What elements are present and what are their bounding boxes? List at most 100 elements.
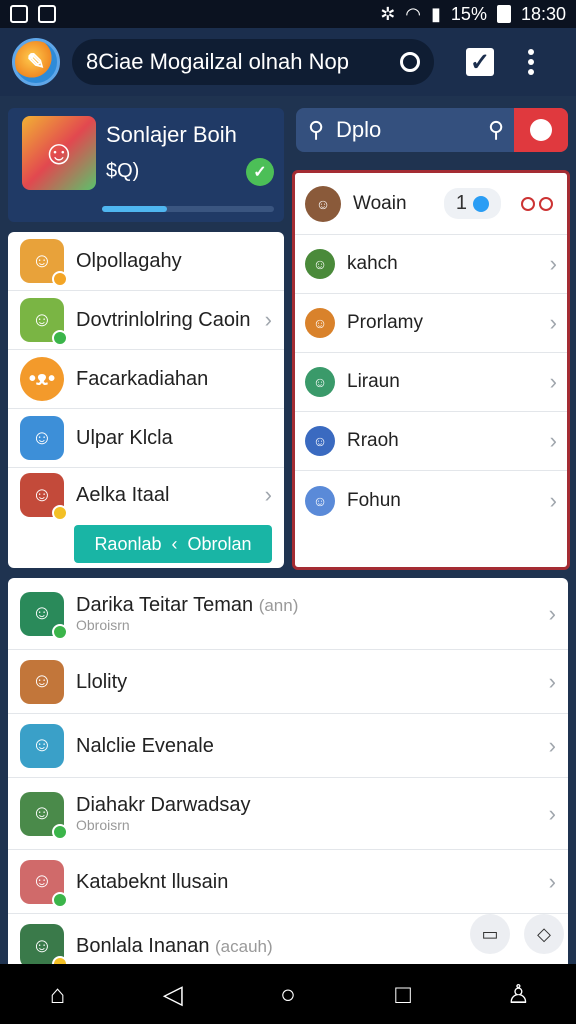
title-search-pill[interactable]: 8Ciae Mogailzal olnah Nop	[72, 39, 434, 85]
profile-name: Sonlajer Boih	[106, 122, 237, 147]
app-title: 8Ciae Mogailzal olnah Nop	[86, 49, 349, 74]
list-item[interactable]: ☺ Prorlamy ›	[295, 294, 567, 353]
action-right-label: Obrolan	[187, 533, 252, 554]
system-nav-bar: ⌂ ◁ ○ □ ♙	[0, 964, 576, 1024]
list-item[interactable]: ☺ Liraun ›	[295, 353, 567, 412]
signal-icon: ▮	[431, 3, 441, 24]
profile-card[interactable]: ☺ Sonlajer Boih $Q) ✓	[8, 108, 284, 222]
list-item[interactable]: ☺ Olpollagahy	[8, 232, 284, 291]
profile-avatar: ☺	[22, 116, 96, 190]
chevron-right-icon: ›	[548, 668, 556, 694]
user-button[interactable]	[514, 108, 568, 152]
contact-sub: Obroisrn	[76, 817, 130, 834]
contact-row[interactable]: ☺ Nalclie Evenale ›	[8, 714, 568, 778]
chevron-right-icon: ›	[548, 600, 556, 626]
avatar: ☺	[20, 416, 64, 460]
refresh-circle-icon[interactable]	[400, 52, 420, 72]
clock: 18:30	[520, 3, 566, 24]
chevron-right-icon: ›	[549, 369, 557, 394]
action-left-label: Raonlab	[94, 533, 162, 554]
verified-icon	[473, 195, 489, 212]
avatar: ☺	[20, 924, 68, 964]
list-item-label: Prorlamy	[347, 312, 424, 333]
avatar: ☺	[20, 859, 68, 908]
list-item[interactable]: ☺ Rraoh ›	[295, 412, 567, 471]
list-item[interactable]: ☺ Aelka Itaal › Raonlab ‹ Obrolan	[8, 468, 284, 568]
list-item-label: Fohun	[347, 489, 401, 511]
avatar: ☺	[305, 249, 335, 279]
profile-progress-fill	[102, 206, 168, 212]
list-item-label: Olpollagahy	[76, 249, 182, 272]
magnifier-icon[interactable]: ⚲	[478, 117, 514, 143]
user-icon	[530, 119, 552, 141]
contact-row[interactable]: ☺ Katabeknt llusain ›	[8, 850, 568, 914]
avatar: ☺	[20, 473, 68, 521]
back-icon[interactable]: ◁	[143, 979, 203, 1010]
app-logo-icon[interactable]: ✎	[12, 38, 60, 86]
more-vert-icon[interactable]	[528, 49, 534, 75]
battery-icon	[496, 5, 511, 23]
list-header[interactable]: ☺ Woain 1	[295, 173, 567, 235]
list-item-label: Ulpar Klcla	[76, 426, 173, 449]
home-icon[interactable]: ⌂	[28, 979, 88, 1010]
chevron-right-icon: ›	[264, 307, 272, 332]
contact-row[interactable]: ☺ Llolity ›	[8, 650, 568, 714]
diamond-icon[interactable]: ◇	[524, 914, 564, 954]
contact-name: Katabeknt llusain	[76, 870, 229, 893]
card-icon[interactable]: ▭	[470, 914, 510, 954]
chevron-right-icon: ›	[549, 251, 557, 276]
contact-name: Diahakr Darwadsay	[76, 794, 251, 817]
list-item-label: kahch	[347, 253, 398, 274]
avatar: ☺	[305, 426, 335, 456]
verified-check-icon: ✓	[246, 158, 274, 186]
list-item-label: Liraun	[347, 371, 400, 392]
list-item-label: Aelka Itaal	[76, 483, 170, 506]
action-button[interactable]: Raonlab ‹ Obrolan	[74, 525, 272, 563]
contact-name: Llolity	[76, 670, 128, 693]
list-item[interactable]: •ᴥ• Facarkadiahan	[8, 350, 284, 409]
chevron-left-icon: ‹	[171, 533, 178, 554]
app-bar: ✎ 8Ciae Mogailzal olnah Nop ✓	[0, 28, 576, 96]
chevron-right-icon: ›	[549, 487, 557, 513]
chevron-right-icon: ›	[549, 428, 557, 453]
search-box[interactable]: ⚲ Dplo ⚲	[296, 108, 568, 152]
avatar: ☺	[20, 659, 64, 704]
contact-name: Bonlala Inanan	[76, 935, 210, 957]
status-bar: ✲ ◠ ▮ 15% 18:30	[0, 0, 576, 28]
contact-list: ☺ Darika Teitar Teman (ann) Obroisrn › ☺ …	[8, 578, 568, 964]
floating-actions: ▭ ◇	[470, 914, 564, 954]
left-list: ☺ Olpollagahy ☺ Dovtrinlolring Caoin › •…	[8, 232, 284, 568]
contact-row[interactable]: ☺ Diahakr Darwadsay Obroisrn ›	[8, 778, 568, 850]
contact-row[interactable]: ☺ Darika Teitar Teman (ann) Obroisrn ›	[8, 578, 568, 650]
avatar: ☺	[20, 723, 64, 768]
avatar: ☺	[305, 308, 335, 338]
checklist-icon[interactable]: ✓	[466, 48, 494, 76]
chevron-right-icon: ›	[549, 310, 557, 335]
list-item-label: Dovtrinlolring Caoin	[76, 308, 251, 331]
app-notification-icon	[38, 5, 56, 23]
search-input[interactable]: Dplo	[336, 117, 478, 143]
contact-aux: (acauh)	[215, 937, 273, 956]
list-item[interactable]: ☺ Dovtrinlolring Caoin ›	[8, 291, 284, 350]
count-badge: 1	[443, 188, 501, 219]
list-item[interactable]: ☺ kahch ›	[295, 235, 567, 294]
header-label: Woain	[353, 192, 407, 214]
contact-name: Nalclie Evenale	[76, 734, 214, 757]
wifi-icon: ◠	[405, 3, 422, 24]
search-icon: ⚲	[307, 117, 325, 142]
assistant-icon[interactable]: ♙	[488, 979, 548, 1010]
notification-icon	[10, 5, 28, 23]
battery-level: 15%	[450, 3, 487, 24]
avatar: ☺	[20, 298, 68, 346]
profile-progress	[102, 206, 274, 212]
list-item[interactable]: ☺ Fohun ›	[295, 471, 567, 530]
close-icon[interactable]	[521, 196, 557, 211]
chevron-right-icon: ›	[548, 800, 556, 826]
recents-icon[interactable]: □	[373, 979, 433, 1010]
contact-aux: (ann)	[258, 596, 299, 616]
contact-name: Darika Teitar Teman	[76, 594, 254, 617]
avatar: •ᴥ•	[20, 357, 64, 401]
profile-subtitle: $Q)	[106, 160, 140, 182]
circle-home-icon[interactable]: ○	[258, 979, 318, 1010]
list-item[interactable]: ☺ Ulpar Klcla	[8, 409, 284, 468]
